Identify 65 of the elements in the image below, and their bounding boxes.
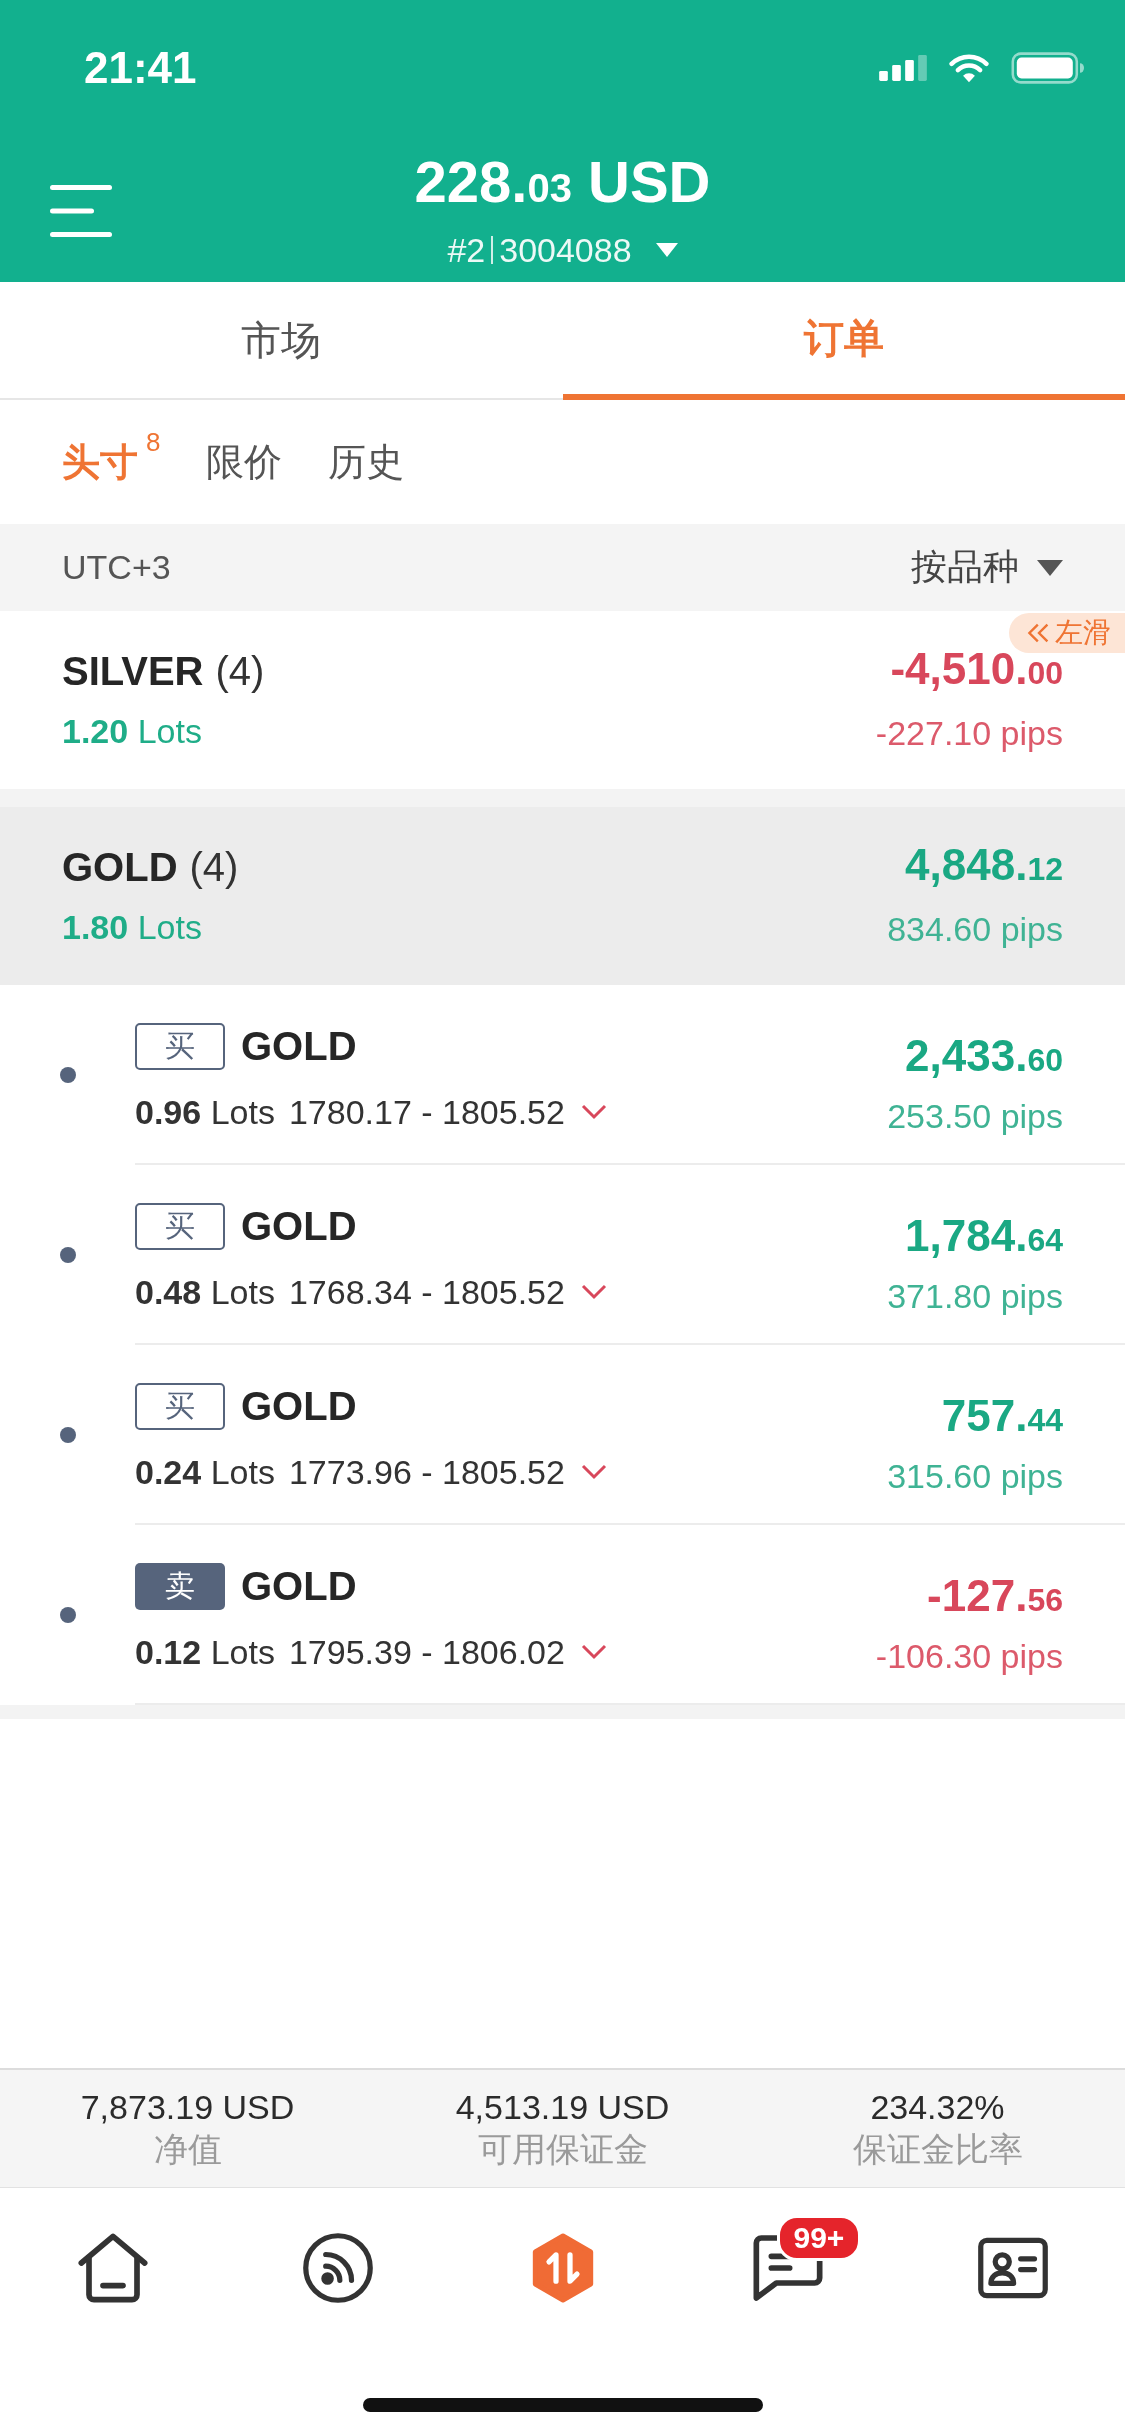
lot-size: 0.96 Lots xyxy=(135,1092,275,1133)
profit-loss: 1,784.64 xyxy=(905,1212,1063,1262)
signal-icon xyxy=(879,55,927,81)
symbol-name: SILVER xyxy=(62,648,204,694)
symbol-name: GOLD xyxy=(62,844,178,890)
account-balance: 228.03 USD xyxy=(414,150,711,216)
symbol-name: GOLD xyxy=(241,1023,357,1069)
caret-down-icon xyxy=(655,243,678,257)
chevron-down-icon[interactable] xyxy=(580,1464,607,1480)
lot-size: 0.12 Lots xyxy=(135,1632,275,1673)
metric-label: 可用保证金 xyxy=(477,2129,648,2170)
symbol-name: GOLD xyxy=(241,1203,357,1249)
profit-loss: 757.44 xyxy=(941,1392,1063,1442)
lot-size: 1.20 Lots xyxy=(62,711,203,752)
metric-value: 4,513.19 USD xyxy=(455,2087,670,2128)
wifi-icon xyxy=(949,53,989,83)
pips-value: 253.50 pips xyxy=(887,1096,1063,1137)
price-range: 1780.17 - 1805.52 xyxy=(288,1092,565,1132)
sub-tab[interactable]: 限价 xyxy=(206,436,283,488)
chevron-down-icon[interactable] xyxy=(580,1104,607,1120)
lot-size: 1.80 Lots xyxy=(62,907,203,948)
bullet-dot-icon xyxy=(59,1067,76,1083)
price-range: 1768.34 - 1805.52 xyxy=(288,1272,565,1312)
metric-label: 保证金比率 xyxy=(852,2129,1023,2170)
chevron-down-icon[interactable] xyxy=(580,1284,607,1300)
bullet-dot-icon xyxy=(59,1427,76,1443)
double-chevron-left-icon xyxy=(1027,622,1051,644)
timezone-label: UTC+3 xyxy=(62,548,171,587)
menu-icon[interactable] xyxy=(50,185,112,237)
rss-feed-icon[interactable] xyxy=(302,2233,373,2303)
metric-label: 净值 xyxy=(153,2129,222,2170)
home-icon[interactable] xyxy=(77,2233,148,2303)
pips-value: 371.80 pips xyxy=(887,1276,1063,1317)
lot-size: 0.48 Lots xyxy=(135,1272,275,1313)
caret-down-icon xyxy=(1037,559,1063,576)
status-time: 21:41 xyxy=(84,43,197,93)
lot-size: 0.24 Lots xyxy=(135,1452,275,1493)
bullet-dot-icon xyxy=(59,1607,76,1623)
metric-value: 7,873.19 USD xyxy=(80,2087,295,2128)
symbol-name: GOLD xyxy=(241,1383,357,1429)
order-side-tag: 买 xyxy=(135,1202,225,1250)
pips-value: 834.60 pips xyxy=(887,909,1063,950)
sort-dropdown[interactable]: 按品种 xyxy=(911,543,1063,592)
symbol-group-row[interactable]: 左滑 SILVER (4) 1.20 Lots -4,510.00 -227.10 pips xyxy=(0,611,1125,789)
pips-value: -227.10 pips xyxy=(875,713,1063,754)
bullet-dot-icon xyxy=(59,1247,76,1263)
symbol-group-row[interactable]: GOLD (4) 1.80 Lots 4,848.12 834.60 pips xyxy=(0,807,1125,985)
pips-value: 315.60 pips xyxy=(887,1456,1063,1497)
battery-icon xyxy=(1011,52,1085,84)
profit-loss: 4,848.12 xyxy=(905,841,1063,891)
profit-loss: 2,433.60 xyxy=(905,1032,1063,1082)
price-range: 1773.96 - 1805.52 xyxy=(288,1452,565,1492)
order-side-tag: 买 xyxy=(135,1022,225,1070)
price-range: 1795.39 - 1806.02 xyxy=(288,1632,565,1672)
pips-value: -106.30 pips xyxy=(875,1636,1063,1677)
metric-value: 234.32% xyxy=(870,2087,1005,2128)
position-count: (4) xyxy=(215,648,265,694)
sub-tab[interactable]: 历史 xyxy=(328,436,405,488)
profit-loss: -127.56 xyxy=(927,1572,1063,1622)
chevron-down-icon[interactable] xyxy=(580,1644,607,1660)
position-count: 8 xyxy=(146,426,161,458)
order-side-tag: 买 xyxy=(135,1382,225,1430)
symbol-name: GOLD xyxy=(241,1563,357,1609)
position-count: (4) xyxy=(189,844,239,890)
order-side-tag: 卖 xyxy=(135,1562,225,1610)
